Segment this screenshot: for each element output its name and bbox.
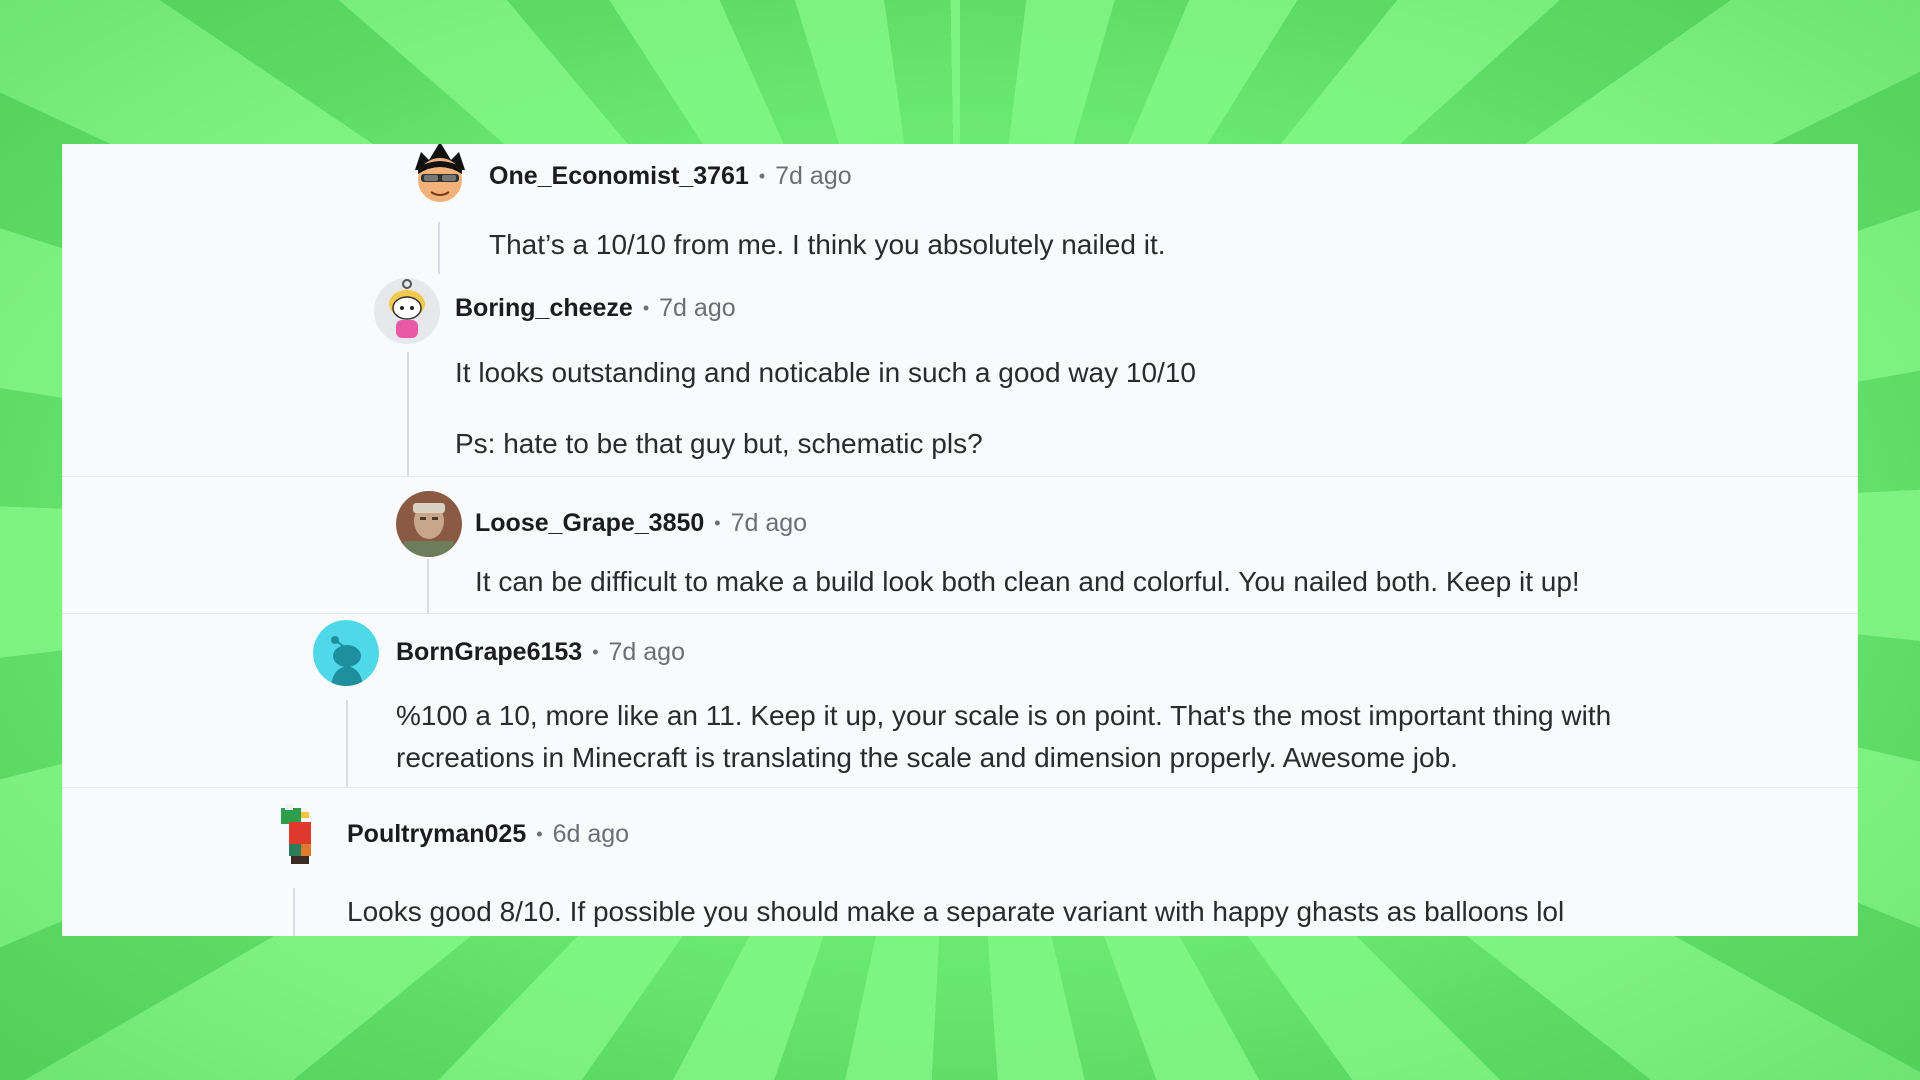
comment-text: It can be difficult to make a build look… <box>475 566 1580 597</box>
meta-separator: • <box>536 824 543 844</box>
timestamp[interactable]: 6d ago <box>553 820 629 849</box>
timestamp[interactable]: 7d ago <box>731 509 807 538</box>
comment-text: recreations in Minecraft is translating … <box>396 742 1458 773</box>
username[interactable]: BornGrape6153 <box>396 638 582 667</box>
photo-avatar-icon[interactable] <box>396 491 462 557</box>
thread-line[interactable] <box>346 700 348 788</box>
username[interactable]: One_Economist_3761 <box>489 162 749 191</box>
comment-loose-grape: Loose_Grape_3850 • 7d ago It can be diff… <box>62 476 1858 614</box>
username[interactable]: Boring_cheeze <box>455 294 633 323</box>
comment-one-economist: One_Economist_3761 • 7d ago That’s a 10/… <box>62 144 1858 274</box>
comment-text: %100 a 10, more like an 11. Keep it up, … <box>396 700 1612 731</box>
comment-boring-cheeze: Boring_cheeze • 7d ago It looks outstand… <box>62 274 1858 476</box>
thread-line[interactable] <box>407 352 409 476</box>
comment-poultryman: Poultryman025 • 6d ago Looks good 8/10. … <box>62 787 1858 936</box>
comment-text: It looks outstanding and noticable in su… <box>455 357 1196 388</box>
username[interactable]: Loose_Grape_3850 <box>475 509 704 538</box>
meta-separator: • <box>642 298 650 318</box>
comment-text: Ps: hate to be that guy but, schematic p… <box>455 428 983 459</box>
comments-panel: One_Economist_3761 • 7d ago That’s a 10/… <box>62 144 1858 936</box>
username[interactable]: Poultryman025 <box>347 820 526 849</box>
comment-text: Looks good 8/10. If possible you should … <box>347 896 1565 927</box>
timestamp[interactable]: 7d ago <box>609 638 685 667</box>
meta-separator: • <box>592 642 599 662</box>
thread-line[interactable] <box>438 222 440 274</box>
comment-borngrape: BornGrape6153 • 7d ago %100 a 10, more l… <box>62 613 1858 788</box>
pixel-parrot-avatar-icon[interactable] <box>267 800 333 866</box>
thread-line[interactable] <box>293 888 295 936</box>
snoo-helmet-avatar-icon[interactable] <box>374 278 440 344</box>
meta-separator: • <box>758 166 766 186</box>
default-snoo-avatar-icon[interactable] <box>313 620 379 686</box>
thread-line[interactable] <box>427 559 429 614</box>
timestamp[interactable]: 7d ago <box>775 162 851 191</box>
timestamp[interactable]: 7d ago <box>659 294 735 323</box>
meta-separator: • <box>714 513 721 533</box>
cartoon-face-avatar-icon[interactable] <box>407 144 473 206</box>
comment-text: That’s a 10/10 from me. I think you abso… <box>489 229 1166 260</box>
